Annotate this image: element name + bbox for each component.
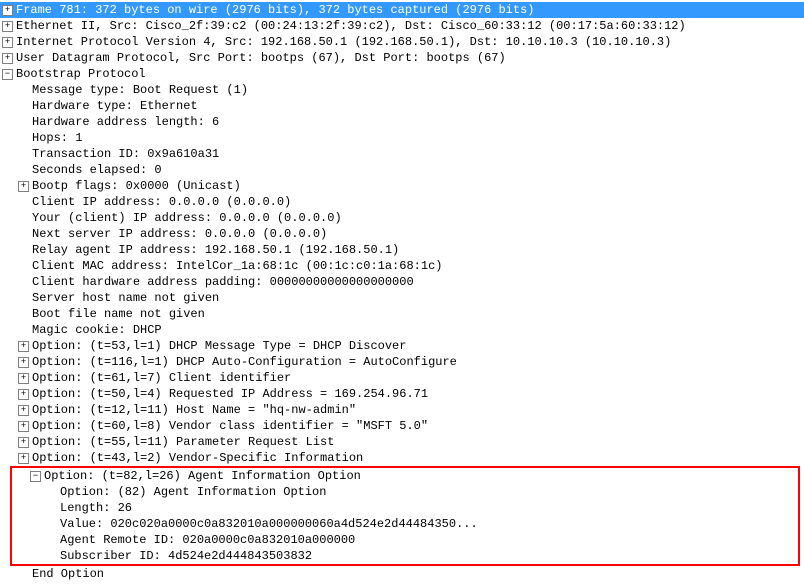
expand-icon[interactable]: + [18, 181, 29, 192]
bootp-clientip[interactable]: Client IP address: 0.0.0.0 (0.0.0.0) [0, 194, 804, 210]
bootp-msgtype[interactable]: Message type: Boot Request (1) [0, 82, 804, 98]
bootp-flags[interactable]: +Bootp flags: 0x0000 (Unicast) [0, 178, 804, 194]
bootp-opt12[interactable]: +Option: (t=12,l=11) Host Name = "hq-nw-… [0, 402, 804, 418]
expand-icon[interactable]: + [2, 21, 13, 32]
bootp-hwaddrlen[interactable]: Hardware address length: 6 [0, 114, 804, 130]
bootp-secs[interactable]: Seconds elapsed: 0 [0, 162, 804, 178]
packet-details-tree: +Frame 781: 372 bytes on wire (2976 bits… [0, 0, 804, 584]
bootp-hops[interactable]: Hops: 1 [0, 130, 804, 146]
bootp-opt116[interactable]: +Option: (t=116,l=1) DHCP Auto-Configura… [0, 354, 804, 370]
bootp-opt43[interactable]: +Option: (t=43,l=2) Vendor-Specific Info… [0, 450, 804, 466]
collapse-icon[interactable]: − [2, 69, 13, 80]
expand-icon[interactable]: + [18, 405, 29, 416]
bootp-relay[interactable]: Relay agent IP address: 192.168.50.1 (19… [0, 242, 804, 258]
bootp-hwtype[interactable]: Hardware type: Ethernet [0, 98, 804, 114]
expand-icon[interactable]: + [18, 421, 29, 432]
bootp-opt61[interactable]: +Option: (t=61,l=7) Client identifier [0, 370, 804, 386]
expand-icon[interactable]: + [2, 37, 13, 48]
ip-row[interactable]: +Internet Protocol Version 4, Src: 192.1… [0, 34, 804, 50]
opt82-option[interactable]: Option: (82) Agent Information Option [2, 484, 798, 500]
bootp-clientmac[interactable]: Client MAC address: IntelCor_1a:68:1c (0… [0, 258, 804, 274]
ip-text: Internet Protocol Version 4, Src: 192.16… [16, 34, 671, 50]
bootp-endoption[interactable]: End Option [0, 566, 804, 582]
bootp-yourip[interactable]: Your (client) IP address: 0.0.0.0 (0.0.0… [0, 210, 804, 226]
opt82-length[interactable]: Length: 26 [2, 500, 798, 516]
bootp-opt82[interactable]: −Option: (t=82,l=26) Agent Information O… [2, 468, 798, 484]
expand-icon[interactable]: + [18, 373, 29, 384]
expand-icon[interactable]: + [18, 389, 29, 400]
expand-icon[interactable]: + [18, 357, 29, 368]
bootp-transid[interactable]: Transaction ID: 0x9a610a31 [0, 146, 804, 162]
bootp-opt55[interactable]: +Option: (t=55,l=11) Parameter Request L… [0, 434, 804, 450]
opt82-value[interactable]: Value: 020c020a0000c0a832010a000000060a4… [2, 516, 798, 532]
bootp-opt60[interactable]: +Option: (t=60,l=8) Vendor class identif… [0, 418, 804, 434]
expand-icon[interactable]: + [18, 437, 29, 448]
bootp-opt53[interactable]: +Option: (t=53,l=1) DHCP Message Type = … [0, 338, 804, 354]
udp-text: User Datagram Protocol, Src Port: bootps… [16, 50, 506, 66]
bootp-nextserver[interactable]: Next server IP address: 0.0.0.0 (0.0.0.0… [0, 226, 804, 242]
frame-summary-row[interactable]: +Frame 781: 372 bytes on wire (2976 bits… [0, 2, 804, 18]
frame-summary-text: Frame 781: 372 bytes on wire (2976 bits)… [16, 2, 534, 18]
option82-highlight: −Option: (t=82,l=26) Agent Information O… [10, 466, 800, 566]
bootp-text: Bootstrap Protocol [16, 66, 146, 82]
expand-icon[interactable]: + [2, 5, 13, 16]
expand-icon[interactable]: + [2, 53, 13, 64]
bootp-serverhost[interactable]: Server host name not given [0, 290, 804, 306]
bootp-padding[interactable]: Client hardware address padding: 0000000… [0, 274, 804, 290]
ethernet-row[interactable]: +Ethernet II, Src: Cisco_2f:39:c2 (00:24… [0, 18, 804, 34]
opt82-subscriberid[interactable]: Subscriber ID: 4d524e2d444843503832 [2, 548, 798, 564]
bootp-opt50[interactable]: +Option: (t=50,l=4) Requested IP Address… [0, 386, 804, 402]
bootp-bootfile[interactable]: Boot file name not given [0, 306, 804, 322]
bootp-magic[interactable]: Magic cookie: DHCP [0, 322, 804, 338]
ethernet-text: Ethernet II, Src: Cisco_2f:39:c2 (00:24:… [16, 18, 686, 34]
collapse-icon[interactable]: − [30, 471, 41, 482]
expand-icon[interactable]: + [18, 453, 29, 464]
bootp-row[interactable]: −Bootstrap Protocol [0, 66, 804, 82]
expand-icon[interactable]: + [18, 341, 29, 352]
udp-row[interactable]: +User Datagram Protocol, Src Port: bootp… [0, 50, 804, 66]
opt82-remoteid[interactable]: Agent Remote ID: 020a0000c0a832010a00000… [2, 532, 798, 548]
